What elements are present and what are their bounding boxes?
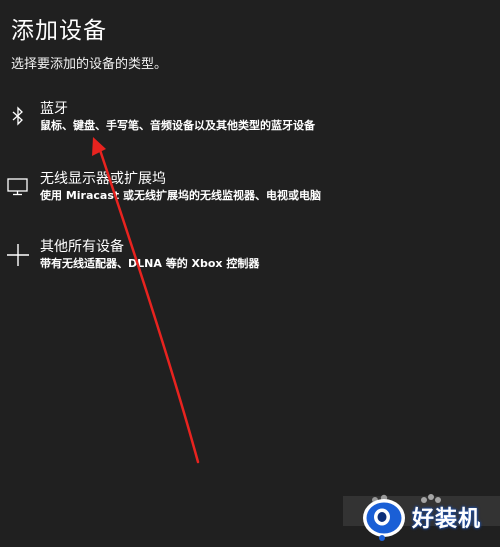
option-everything-else[interactable]: 其他所有设备 带有无线适配器、DLNA 等的 Xbox 控制器: [0, 238, 480, 290]
option-description: 使用 Miracast 或无线扩展坞的无线监视器、电视或电脑: [40, 189, 321, 202]
dialog-subtitle: 选择要添加的设备的类型。: [11, 57, 168, 72]
option-label: 蓝牙: [40, 101, 68, 117]
bluetooth-icon: [6, 104, 30, 128]
watermark-emblem-icon: [363, 494, 405, 541]
option-wireless-display[interactable]: 无线显示器或扩展坞 使用 Miracast 或无线扩展坞的无线监视器、电视或电脑: [0, 170, 480, 222]
option-description: 鼠标、键盘、手写笔、音频设备以及其他类型的蓝牙设备: [40, 119, 315, 132]
option-description: 带有无线适配器、DLNA 等的 Xbox 控制器: [40, 257, 260, 270]
dialog-title: 添加设备: [11, 18, 107, 44]
plus-icon: [6, 242, 30, 266]
option-label: 其他所有设备: [40, 239, 124, 255]
option-bluetooth[interactable]: 蓝牙 鼠标、键盘、手写笔、音频设备以及其他类型的蓝牙设备: [0, 100, 480, 152]
add-device-dialog: 添加设备 选择要添加的设备的类型。 蓝牙 鼠标、键盘、手写笔、音频设备以及其他类…: [0, 0, 500, 547]
option-label: 无线显示器或扩展坞: [40, 171, 166, 187]
monitor-icon: [6, 174, 30, 198]
watermark-logo: 好装机: [360, 490, 500, 547]
watermark-text: 好装机: [412, 507, 482, 532]
